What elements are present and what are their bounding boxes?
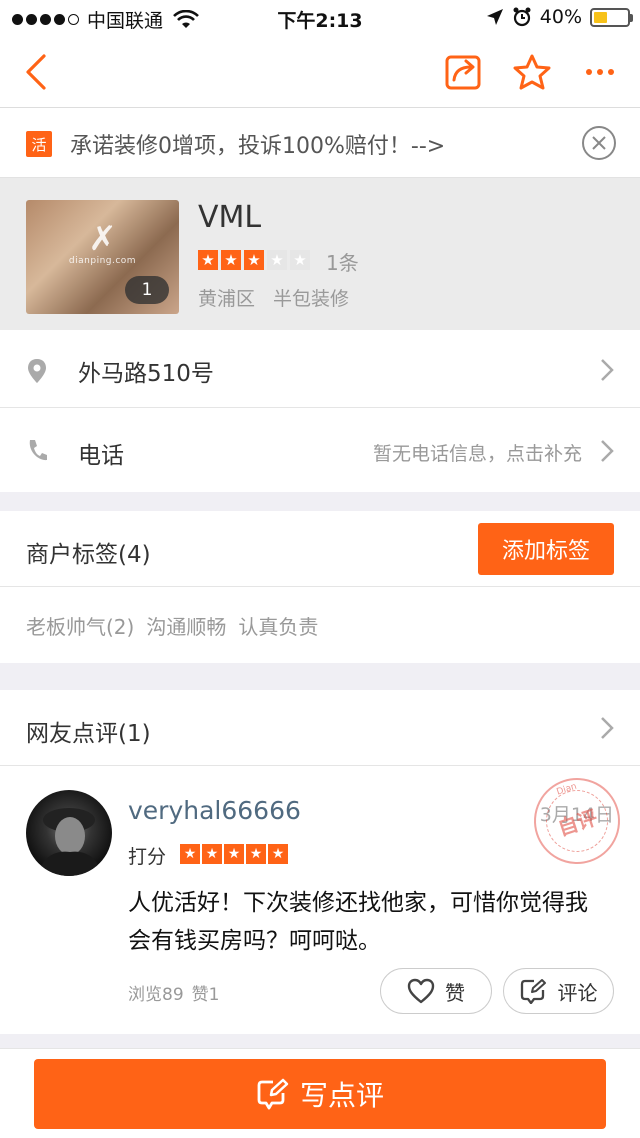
merchant-tags-title: 商户标签(4) [26,542,151,568]
user-photo [38,808,102,876]
reviews-header[interactable]: 网友点评(1) [0,690,640,766]
tags-line: 老板帅气(2) 沟通顺畅 认真负责 [26,611,318,640]
star-filled-icon: ★ [221,250,241,270]
shop-rating: ★ ★ ★ ★ ★ [198,250,310,270]
comment-button[interactable]: 评论 [503,968,614,1014]
status-bar: 中国联通 下午2:13 40% [0,0,640,36]
merchant-tags-list: 老板帅气(2) 沟通顺畅 认真负责 [0,587,640,663]
heart-icon [407,978,435,1004]
like-button[interactable]: 赞 [380,968,492,1014]
address-row[interactable]: 外马路510号 [0,330,640,408]
chevron-left-icon [26,54,46,90]
shop-photo[interactable]: ✗ dianping.com 1 [26,200,179,314]
phone-icon [29,440,47,461]
review-count: 1条 [326,251,359,275]
promo-close-button[interactable] [582,126,616,160]
shop-category: 半包装修 [273,288,350,310]
review-rating: ★ ★ ★ ★ ★ [180,844,288,864]
status-right: 40% [486,6,633,28]
alarm-icon [513,7,531,27]
add-tag-button[interactable]: 添加标签 [478,523,614,575]
self-review-stamp: Dian 自评 [522,766,632,876]
star-outline-icon [513,54,551,90]
shop-meta: 黄浦区 半包装修 [198,284,349,311]
merchant-tags-header: 商户标签(4) 添加标签 [0,511,640,587]
promo-banner[interactable]: 活 承诺装修0增项，投诉100%赔付！--> [0,108,640,178]
like-button-label: 赞 [445,980,465,1005]
reviewer-name[interactable]: veryhal66666 [128,796,301,825]
phone-hint: 暂无电话信息，点击补充 [372,443,582,465]
battery-percent: 40% [539,6,582,28]
photo-count: 1 [125,276,169,304]
star-filled-icon: ★ [180,844,200,864]
write-review-button[interactable]: 写点评 [34,1059,606,1129]
bottom-bar: 写点评 [0,1048,640,1138]
tag-item[interactable]: 沟通顺畅 [146,611,226,640]
like-count: 赞1 [191,985,220,1005]
chevron-right-icon [601,440,614,462]
battery-icon [590,7,633,27]
tag-item[interactable]: 老板帅气(2) [26,611,134,640]
review-meta: 浏览89 赞1 [128,980,219,1005]
edit-comment-icon [257,1078,289,1110]
write-review-label: 写点评 [299,1079,384,1112]
favorite-button[interactable] [510,50,554,94]
star-filled-icon: ★ [224,844,244,864]
close-circle-icon [592,136,606,150]
share-button[interactable] [442,50,486,94]
edit-comment-icon [520,979,546,1004]
star-filled-icon: ★ [198,250,218,270]
phone-label: 电话 [78,443,124,469]
phone-row[interactable]: 电话 暂无电话信息，点击补充 [0,408,640,492]
tag-item[interactable]: 认真负责 [238,611,318,640]
star-filled-icon: ★ [246,844,266,864]
avatar[interactable] [26,790,112,876]
view-count: 浏览89 [128,985,184,1005]
shop-district: 黄浦区 [198,288,256,310]
shop-header: ✗ dianping.com 1 VML ★ ★ ★ ★ ★ 1条 黄浦区 半包… [0,178,640,330]
photo-watermark: ✗ dianping.com [68,219,137,266]
chevron-right-icon [601,359,614,381]
share-icon [445,55,481,90]
comment-button-label: 评论 [557,980,598,1005]
more-button[interactable] [578,50,622,94]
shop-name: VML [198,200,262,235]
chevron-right-icon [601,717,614,739]
reviews-title: 网友点评(1) [26,721,151,747]
star-empty-icon: ★ [267,250,287,270]
location-arrow-icon [486,9,503,25]
location-pin-icon [28,359,46,383]
star-empty-icon: ★ [290,250,310,270]
star-filled-icon: ★ [268,844,288,864]
review-text: 人优活好！下次装修还找他家，可惜你觉得我会有钱买房吗？呵呵哒。 [128,890,588,954]
address-text: 外马路510号 [78,361,214,387]
star-filled-icon: ★ [244,250,264,270]
promo-badge: 活 [26,131,52,157]
promo-text: 承诺装修0增项，投诉100%赔付！--> [70,134,446,159]
back-button[interactable] [14,50,58,94]
review-card: veryhal66666 3月14日 Dian 自评 打分 ★ ★ ★ ★ ★ … [0,766,640,1034]
more-dots-icon [586,69,614,75]
rating-label: 打分 [128,846,167,868]
nav-bar [0,36,640,108]
star-filled-icon: ★ [202,844,222,864]
